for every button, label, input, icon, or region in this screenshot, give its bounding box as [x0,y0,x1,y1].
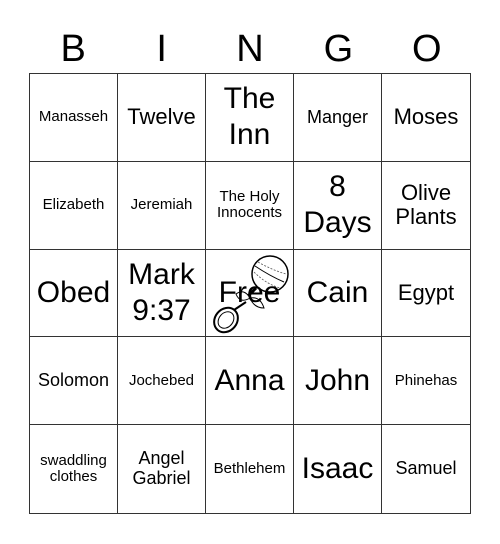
bingo-cell[interactable]: Phinehas [382,337,470,426]
cell-text: Egypt [397,279,455,305]
bingo-cell[interactable]: Isaac [294,425,382,513]
bingo-cell[interactable]: Manger [294,74,382,162]
cell-text: Samuel [395,458,457,479]
bingo-cell[interactable]: Elizabeth [30,161,118,250]
cell-text: Moses [393,104,459,130]
bingo-cell[interactable]: Manasseh [30,74,118,162]
bingo-cell[interactable]: Samuel [382,425,470,513]
cell-text: Elizabeth [42,195,105,213]
bingo-cell[interactable]: Bethlehem [206,425,294,513]
cell-text: Manger [306,106,369,127]
bingo-cell[interactable]: Angel Gabriel [118,425,206,513]
bingo-cell[interactable]: 8 Days [294,161,382,250]
free-space-cell[interactable]: Free [206,249,294,338]
header-letter-n: N [236,28,264,70]
cell-text: Jeremiah [130,195,193,213]
cell-text: Solomon [37,369,110,390]
cell-text: Anna [214,363,285,397]
cell-text: Angel Gabriel [132,448,191,489]
cell-text: 8 Days [303,170,372,240]
bingo-cell[interactable]: Egypt [382,250,470,338]
cell-text: John [304,363,371,397]
bingo-cell[interactable]: Cain [294,249,382,338]
bingo-cell[interactable]: Anna [206,337,294,426]
bingo-cell[interactable]: Mark 9:37 [118,249,206,338]
cell-text: Isaac [301,452,374,486]
header-letter-o: O [412,28,442,70]
header-letter-i: I [156,28,167,70]
bingo-cell[interactable]: Twelve [118,74,206,162]
bingo-cell[interactable]: The Inn [206,74,294,162]
cell-text: swaddling clothes [40,451,107,486]
cell-text: Jochebed [128,371,195,389]
cell-text: The Inn [223,82,276,152]
bingo-header: B I N G O [29,26,471,72]
bingo-cell[interactable]: Moses [382,74,470,162]
bingo-cell[interactable]: Jochebed [118,337,206,426]
bingo-cell[interactable]: Obed [30,249,118,338]
bingo-cell[interactable]: Olive Plants [382,162,470,250]
header-letter-b: B [60,28,86,70]
bingo-cell[interactable]: Jeremiah [118,161,206,250]
bingo-grid: Manasseh Twelve The Inn Manger Moses Elizabet… [29,73,471,514]
cell-text: Mark 9:37 [128,257,195,327]
cell-text: The Holy Innocents [216,187,283,222]
cell-text: Manasseh [38,108,109,126]
cell-text: Bethlehem [213,459,286,477]
bingo-cell[interactable]: Solomon [30,337,118,426]
cell-text: Free [218,276,281,310]
cell-text: Cain [306,275,369,309]
bingo-cell[interactable]: swaddling clothes [30,425,118,513]
bingo-cell[interactable]: The Holy Innocents [206,161,294,250]
cell-text: Obed [36,275,111,309]
cell-text: Twelve [127,104,196,130]
cell-text: Phinehas [394,371,458,389]
bingo-cell[interactable]: John [294,337,382,426]
cell-text: Olive Plants [395,180,457,230]
header-letter-g: G [323,28,354,70]
